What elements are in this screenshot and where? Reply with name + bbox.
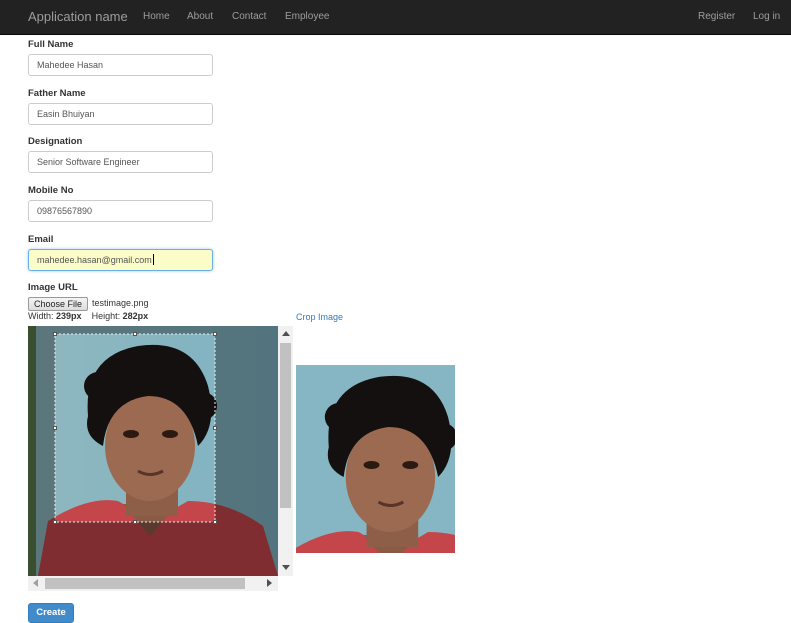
crop-handle-tl[interactable]: [53, 332, 57, 336]
email-label: Email: [28, 234, 54, 245]
cropped-photo: [296, 365, 455, 553]
email-input[interactable]: mahedee.hasan@gmail.com: [28, 249, 213, 271]
vertical-scroll-thumb[interactable]: [280, 343, 291, 508]
nav-login[interactable]: Log in: [753, 11, 780, 22]
crop-image-link[interactable]: Crop Image: [296, 312, 343, 322]
horizontal-scrollbar[interactable]: [28, 576, 278, 591]
full-name-label: Full Name: [28, 39, 74, 50]
father-name-label: Father Name: [28, 88, 86, 99]
nav-contact[interactable]: Contact: [232, 11, 266, 22]
scroll-down-icon[interactable]: [282, 565, 290, 570]
source-image: [28, 326, 278, 576]
email-value: mahedee.hasan@gmail.com: [37, 255, 152, 265]
width-label: Width:: [28, 311, 54, 321]
horizontal-scroll-thumb[interactable]: [45, 578, 245, 589]
image-url-label: Image URL: [28, 282, 78, 293]
crop-handle-bl[interactable]: [53, 520, 57, 524]
vertical-scrollbar[interactable]: [278, 326, 293, 576]
brand-link[interactable]: Application name: [28, 9, 128, 24]
nav-home[interactable]: Home: [143, 11, 170, 22]
mobile-value: 09876567890: [37, 206, 93, 216]
designation-input[interactable]: Senior Software Engineer: [28, 151, 213, 173]
cropped-preview: [296, 365, 455, 553]
nav-register[interactable]: Register: [698, 11, 735, 22]
text-caret: [152, 254, 154, 265]
nav-about[interactable]: About: [187, 11, 213, 22]
portrait-photo: [28, 326, 278, 576]
mobile-label: Mobile No: [28, 185, 74, 196]
full-name-value: Mahedee Hasan: [37, 60, 104, 70]
navbar: Application name Home About Contact Empl…: [0, 0, 791, 35]
crop-handle-r[interactable]: [213, 426, 217, 430]
create-button[interactable]: Create: [28, 603, 74, 623]
image-dimensions: Width: 239px Height: 282px: [28, 311, 148, 321]
crop-handle-b[interactable]: [133, 520, 137, 524]
mobile-input[interactable]: 09876567890: [28, 200, 213, 222]
crop-handle-tr[interactable]: [213, 332, 217, 336]
father-name-input[interactable]: Easin Bhuiyan: [28, 103, 213, 125]
height-label: Height:: [91, 311, 121, 321]
scroll-up-icon[interactable]: [282, 331, 290, 336]
image-crop-editor[interactable]: [28, 326, 278, 591]
crop-handle-br[interactable]: [213, 520, 217, 524]
choose-file-button[interactable]: Choose File: [28, 297, 88, 311]
crop-handle-t[interactable]: [133, 332, 137, 336]
designation-label: Designation: [28, 136, 83, 147]
scroll-left-icon[interactable]: [33, 579, 38, 587]
full-name-input[interactable]: Mahedee Hasan: [28, 54, 213, 76]
father-name-value: Easin Bhuiyan: [37, 109, 95, 119]
file-name: testimage.png: [92, 298, 149, 308]
height-value: 282px: [122, 311, 149, 321]
nav-employee[interactable]: Employee: [285, 11, 329, 22]
designation-value: Senior Software Engineer: [37, 157, 140, 167]
width-value: 239px: [56, 311, 82, 321]
scroll-right-icon[interactable]: [267, 579, 272, 587]
crop-handle-l[interactable]: [53, 426, 57, 430]
